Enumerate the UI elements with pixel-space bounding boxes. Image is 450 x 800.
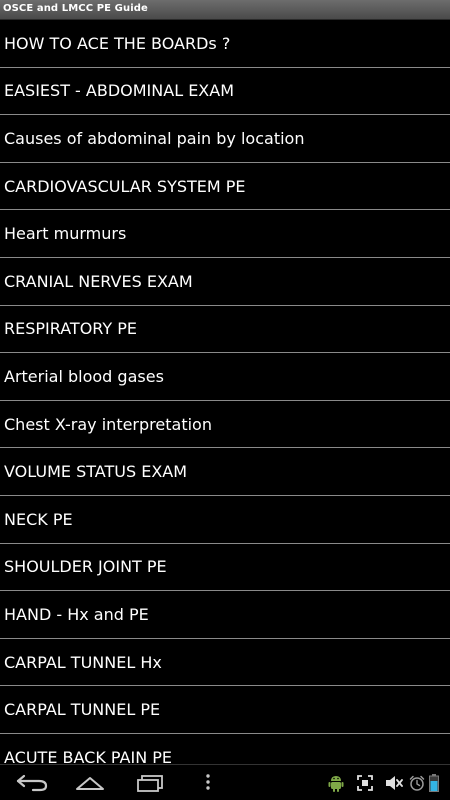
list-item-abdominal-exam[interactable]: EASIEST - ABDOMINAL EXAM: [0, 68, 450, 116]
back-icon[interactable]: [14, 768, 50, 796]
list-item-label: Heart murmurs: [4, 224, 127, 244]
list-item-label: EASIEST - ABDOMINAL EXAM: [4, 81, 235, 101]
list-item-shoulder-joint[interactable]: SHOULDER JOINT PE: [0, 544, 450, 592]
overflow-menu-icon[interactable]: [200, 768, 216, 796]
recent-apps-icon[interactable]: [132, 768, 168, 796]
list-item-abdominal-pain-location[interactable]: Causes of abdominal pain by location: [0, 115, 450, 163]
list-item-hand[interactable]: HAND - Hx and PE: [0, 591, 450, 639]
list-item-carpal-tunnel-pe[interactable]: CARPAL TUNNEL PE: [0, 686, 450, 734]
list-item-how-to-ace-boards[interactable]: HOW TO ACE THE BOARDs ?: [0, 20, 450, 68]
list-item-label: Arterial blood gases: [4, 366, 164, 386]
home-icon[interactable]: [72, 768, 108, 796]
screenshot-icon: [356, 772, 374, 794]
list-item-neck-pe[interactable]: NECK PE: [0, 496, 450, 544]
system-navigation-bar: [0, 764, 450, 800]
list-item-chest-xray[interactable]: Chest X-ray interpretation: [0, 401, 450, 449]
list-item-cranial-nerves[interactable]: CRANIAL NERVES EXAM: [0, 258, 450, 306]
list-item-label: Chest X-ray interpretation: [4, 414, 212, 434]
list-item-heart-murmurs[interactable]: Heart murmurs: [0, 210, 450, 258]
alarm-icon: [408, 772, 426, 794]
list-item-label: ACUTE BACK PAIN PE: [4, 747, 173, 764]
volume-muted-icon: [384, 772, 404, 794]
list-item-arterial-blood-gases[interactable]: Arterial blood gases: [0, 353, 450, 401]
app-title-bar: OSCE and LMCC PE Guide: [0, 0, 450, 20]
list-item-label: CARDIOVASCULAR SYSTEM PE: [4, 176, 246, 196]
list-item-label: HOW TO ACE THE BOARDs ?: [4, 33, 231, 53]
list-item-label: NECK PE: [4, 509, 73, 529]
battery-icon: [428, 772, 440, 794]
nav-bar-divider: [0, 764, 450, 765]
list-item-carpal-tunnel-hx[interactable]: CARPAL TUNNEL Hx: [0, 639, 450, 687]
android-debug-icon: [327, 772, 345, 794]
list-item-label: CARPAL TUNNEL PE: [4, 700, 161, 720]
app-title: OSCE and LMCC PE Guide: [3, 3, 148, 14]
list-item-label: Causes of abdominal pain by location: [4, 128, 305, 148]
list-item-label: HAND - Hx and PE: [4, 604, 149, 624]
list-item-label: SHOULDER JOINT PE: [4, 557, 167, 577]
menu-list[interactable]: HOW TO ACE THE BOARDs ? EASIEST - ABDOMI…: [0, 20, 450, 764]
list-item-respiratory-pe[interactable]: RESPIRATORY PE: [0, 306, 450, 354]
list-item-label: CARPAL TUNNEL Hx: [4, 652, 162, 672]
list-item-volume-status[interactable]: VOLUME STATUS EXAM: [0, 448, 450, 496]
list-item-label: VOLUME STATUS EXAM: [4, 462, 188, 482]
list-item-cardiovascular-pe[interactable]: CARDIOVASCULAR SYSTEM PE: [0, 163, 450, 211]
list-item-label: RESPIRATORY PE: [4, 319, 137, 339]
list-item-label: CRANIAL NERVES EXAM: [4, 271, 193, 291]
list-item-acute-back-pain[interactable]: ACUTE BACK PAIN PE: [0, 734, 450, 764]
